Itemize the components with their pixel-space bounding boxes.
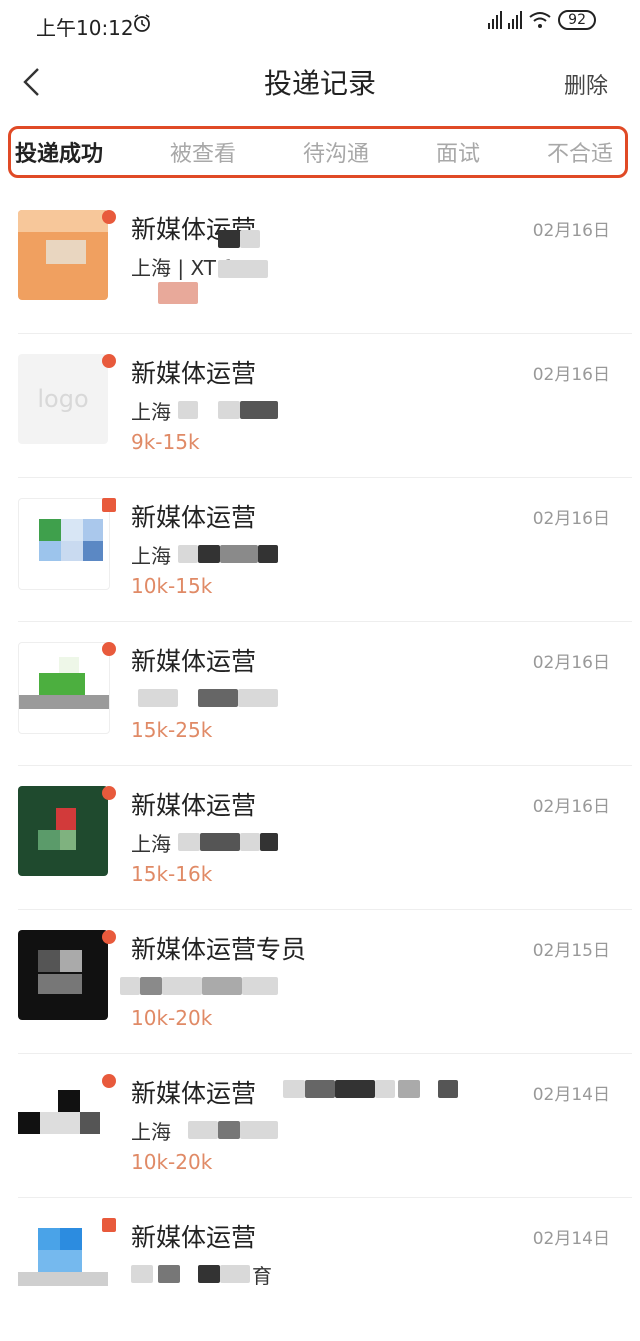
nav-bar: 投递记录 删除: [0, 46, 640, 116]
company-logo: logo: [18, 354, 108, 444]
unread-dot: [102, 498, 116, 512]
apply-date: 02月16日: [532, 653, 610, 673]
company-logo: [18, 642, 110, 734]
unread-dot: [102, 354, 116, 368]
job-title: 新媒体运营: [131, 647, 257, 676]
job-title: 新媒体运营专员: [131, 935, 307, 964]
job-title: 新媒体运营: [131, 1223, 257, 1252]
unread-dot: [102, 642, 116, 656]
alarm-clock-icon: [134, 14, 150, 32]
salary-range: 15k-25k: [131, 718, 213, 742]
battery-indicator: 92: [558, 10, 596, 30]
status-time: 上午10:12: [36, 16, 134, 40]
tab-bar: 投递成功 被查看 待沟通 面试 不合适: [8, 126, 628, 178]
signal-icon: [488, 11, 503, 29]
salary-range: 10k-20k: [131, 1150, 213, 1174]
company-location: 上海: [131, 544, 171, 568]
company-location: 育: [252, 1264, 272, 1288]
unread-dot: [102, 1074, 116, 1088]
signal-icon-2: [508, 11, 523, 29]
unread-dot: [102, 1218, 116, 1232]
list-item[interactable]: 新媒体运营 02月16日 上海 10k-15k: [18, 478, 632, 622]
list-item[interactable]: 新媒体运营 02月16日 15k-25k: [18, 622, 632, 766]
company-logo: [18, 498, 110, 590]
company-location: 上海: [131, 1120, 171, 1144]
status-bar: 上午10:12 92: [0, 0, 640, 46]
list-item[interactable]: 新媒体运营 02月14日 上海 10k-20k: [18, 1054, 632, 1198]
list-item[interactable]: 新媒体运营专员 02月15日 10k-20k: [18, 910, 632, 1054]
list-item[interactable]: logo 新媒体运营 02月16日 上海 9k-15k: [18, 334, 632, 478]
salary-range: 15k-16k: [131, 862, 213, 886]
apply-date: 02月14日: [532, 1229, 610, 1249]
company-location: 上海: [131, 400, 171, 424]
logo-placeholder-text: logo: [37, 385, 89, 413]
company-logo: [18, 1218, 108, 1308]
company-logo: [18, 786, 108, 876]
salary-range: 10k-15k: [131, 574, 213, 598]
job-title: 新媒体运营: [131, 359, 257, 388]
record-list: 新媒体运营 02月16日 上海 | XT fer logo 新媒体运营 02月1…: [0, 190, 640, 1341]
tab-unsuitable[interactable]: 不合适: [547, 136, 613, 168]
delete-button[interactable]: 删除: [564, 68, 608, 100]
tab-delivered[interactable]: 投递成功: [15, 136, 103, 168]
list-item[interactable]: 新媒体运营 02月16日 上海 | XT fer: [18, 190, 632, 334]
unread-dot: [102, 210, 116, 224]
company-logo: [18, 1074, 108, 1164]
wifi-icon: [529, 12, 551, 28]
apply-date: 02月14日: [532, 1085, 610, 1105]
tab-to-communicate[interactable]: 待沟通: [303, 136, 369, 168]
apply-date: 02月15日: [532, 941, 610, 961]
status-icons: 92: [488, 10, 596, 30]
tab-viewed[interactable]: 被查看: [170, 136, 236, 168]
company-location: 上海: [131, 832, 171, 856]
job-title: 新媒体运营: [131, 1079, 257, 1108]
job-title: 新媒体运营: [131, 791, 257, 820]
list-item[interactable]: 新媒体运营 02月14日 育: [18, 1198, 632, 1341]
apply-date: 02月16日: [532, 221, 610, 241]
unread-dot: [102, 930, 116, 944]
apply-date: 02月16日: [532, 509, 610, 529]
apply-date: 02月16日: [532, 365, 610, 385]
apply-date: 02月16日: [532, 797, 610, 817]
company-logo: [18, 210, 108, 300]
unread-dot: [102, 786, 116, 800]
company-logo: [18, 930, 108, 1020]
job-title: 新媒体运营: [131, 503, 257, 532]
salary-range: 10k-20k: [131, 1006, 213, 1030]
salary-range: 9k-15k: [131, 430, 200, 454]
page-title: 投递记录: [263, 67, 376, 100]
list-item[interactable]: 新媒体运营 02月16日 上海 15k-16k: [18, 766, 632, 910]
tab-interview[interactable]: 面试: [436, 136, 480, 168]
